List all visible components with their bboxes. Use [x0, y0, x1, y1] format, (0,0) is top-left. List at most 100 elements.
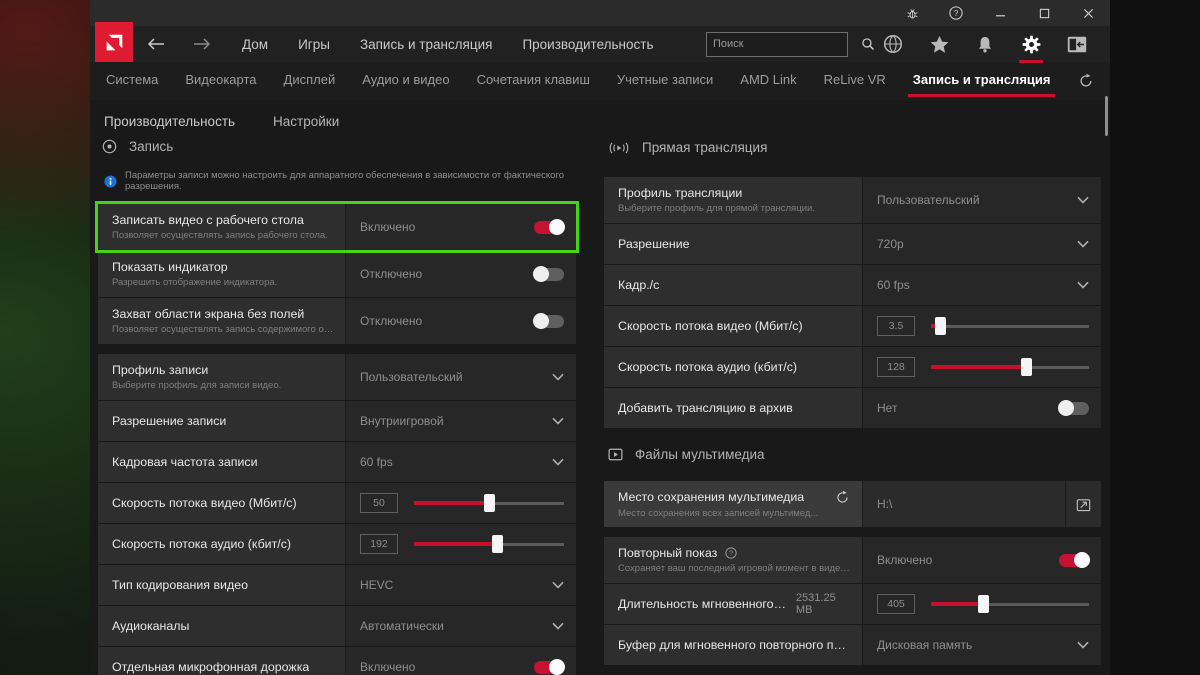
setting-row[interactable]: Скорость потока видео (Мбит/с) — [98, 483, 576, 523]
slider-value-input[interactable] — [360, 493, 398, 513]
help-icon[interactable]: ? — [934, 0, 978, 26]
setting-value-cell — [862, 584, 1101, 624]
tab-item[interactable]: AMD Link — [740, 62, 796, 100]
setting-row[interactable]: Отдельная микрофонная дорожкаВключено — [98, 647, 576, 675]
amd-logo[interactable] — [95, 22, 133, 62]
setting-row[interactable]: Кадровая частота записи60 fps — [98, 442, 576, 482]
setting-row[interactable]: Добавить трансляцию в архивНет — [604, 388, 1101, 428]
tab-item[interactable]: Дисплей — [284, 62, 336, 100]
browse-icon[interactable] — [1065, 481, 1101, 527]
setting-row[interactable]: Место сохранения мультимедиаМесто сохран… — [604, 481, 1101, 527]
record-column: Производительность Настройки Запись Пара… — [98, 112, 576, 675]
slider-value-input[interactable] — [877, 357, 915, 377]
main-menu: Дом Игры Запись и трансляция Производительн… — [242, 37, 684, 52]
setting-title: Место сохранения мультимедиа — [618, 490, 804, 504]
toggle-switch[interactable] — [1059, 554, 1089, 567]
svg-text:?: ? — [729, 549, 733, 558]
media-section-title: Файлы мультимедиа — [635, 447, 765, 462]
tab-item[interactable]: Сочетания клавиш — [477, 62, 590, 100]
help-icon[interactable]: ? — [725, 547, 737, 559]
setting-row[interactable]: Показать индикаторРазрешить отображение … — [98, 251, 576, 297]
tab-item[interactable]: Учетные записи — [617, 62, 713, 100]
slider-thumb[interactable] — [484, 494, 495, 512]
setting-row[interactable]: Тип кодирования видеоHEVC — [98, 565, 576, 605]
chevron-down-icon[interactable] — [552, 373, 564, 381]
setting-title: Добавить трансляцию в архив — [618, 401, 793, 415]
subtab-settings[interactable]: Настройки — [273, 114, 339, 129]
app-window: ? Дом Игры Запись и трансляция Производител… — [90, 0, 1110, 675]
toggle-switch[interactable] — [534, 268, 564, 281]
bug-report-icon[interactable] — [890, 0, 934, 26]
search-input[interactable] — [707, 38, 861, 50]
setting-label-cell: Буфер для мгновенного повторного показа — [604, 625, 862, 665]
slider-track[interactable] — [931, 358, 1089, 376]
toggle-switch[interactable] — [534, 315, 564, 328]
setting-row[interactable]: Буфер для мгновенного повторного показаД… — [604, 625, 1101, 665]
scrollbar-thumb[interactable] — [1105, 96, 1108, 136]
toggle-switch[interactable] — [534, 221, 564, 234]
maximize-icon[interactable] — [1022, 0, 1066, 26]
chevron-down-icon[interactable] — [1077, 240, 1089, 248]
setting-title: Скорость потока аудио (кбит/с) — [112, 537, 291, 551]
bell-icon[interactable] — [973, 35, 997, 54]
chevron-down-icon[interactable] — [552, 622, 564, 630]
minimize-icon[interactable] — [978, 0, 1022, 26]
menu-item[interactable]: Запись и трансляция — [360, 37, 493, 52]
menu-item[interactable]: Игры — [298, 37, 330, 52]
chevron-down-icon[interactable] — [552, 581, 564, 589]
toggle-switch[interactable] — [534, 661, 564, 674]
setting-row[interactable]: Скорость потока видео (Мбит/с) — [604, 306, 1101, 346]
globe-icon[interactable] — [881, 34, 905, 54]
tab-item[interactable]: Система — [106, 62, 158, 100]
setting-row[interactable]: Профиль записиВыберите профиль для запис… — [98, 354, 576, 400]
search-box[interactable] — [706, 32, 848, 57]
setting-row[interactable]: Разрешение записиВнутриигровой — [98, 401, 576, 441]
slider-track[interactable] — [414, 494, 564, 512]
setting-row[interactable]: Скорость потока аудио (кбит/с) — [98, 524, 576, 564]
setting-row[interactable]: Повторный показ?Сохраняет ваш последний … — [604, 537, 1101, 583]
setting-row[interactable]: Профиль трансляцииВыберите профиль для п… — [604, 177, 1101, 223]
toggle-switch[interactable] — [1059, 402, 1089, 415]
star-icon[interactable] — [927, 34, 951, 55]
setting-value-cell: Автоматически — [345, 606, 576, 646]
reset-icon[interactable] — [1078, 73, 1094, 89]
menu-item[interactable]: Дом — [242, 37, 268, 52]
slider-value-input[interactable] — [877, 594, 915, 614]
setting-row[interactable]: Захват области экрана без полейПозволяет… — [98, 298, 576, 344]
tab-item[interactable]: Аудио и видео — [362, 62, 449, 100]
setting-row[interactable]: Скорость потока аудио (кбит/с) — [604, 347, 1101, 387]
slider-track[interactable] — [414, 535, 564, 553]
setting-row[interactable]: Кадр./с60 fps — [604, 265, 1101, 305]
info-note: Параметры записи можно настроить для апп… — [104, 170, 576, 192]
slider-value-input[interactable] — [877, 316, 915, 336]
forward-arrow-icon[interactable] — [192, 37, 212, 51]
slider-value-input[interactable] — [360, 534, 398, 554]
slider-thumb[interactable] — [1021, 358, 1032, 376]
slider-thumb[interactable] — [978, 595, 989, 613]
menu-item[interactable]: Производительность — [522, 37, 653, 52]
chevron-down-icon[interactable] — [1077, 196, 1089, 204]
chevron-down-icon[interactable] — [552, 458, 564, 466]
reset-icon[interactable] — [835, 490, 852, 505]
chevron-down-icon[interactable] — [552, 417, 564, 425]
setting-label-cell: Захват области экрана без полейПозволяет… — [98, 298, 345, 344]
setting-value-cell: Дисковая память — [862, 625, 1101, 665]
back-arrow-icon[interactable] — [146, 37, 166, 51]
chevron-down-icon[interactable] — [1077, 281, 1089, 289]
setting-row[interactable]: Разрешение720p — [604, 224, 1101, 264]
slider-thumb[interactable] — [935, 317, 946, 335]
settings-gear-icon[interactable] — [1019, 35, 1043, 54]
close-icon[interactable] — [1066, 0, 1110, 26]
tab-item[interactable]: ReLive VR — [824, 62, 886, 100]
slider-thumb[interactable] — [492, 535, 503, 553]
slider-track[interactable] — [931, 595, 1089, 613]
subtab-performance[interactable]: Производительность — [104, 114, 235, 129]
setting-row[interactable]: Длительность мгновенного повт...2531.25 … — [604, 584, 1101, 624]
tab-item[interactable]: Видеокарта — [185, 62, 256, 100]
chevron-down-icon[interactable] — [1077, 641, 1089, 649]
setting-row[interactable]: АудиоканалыАвтоматически — [98, 606, 576, 646]
setting-row[interactable]: Записать видео с рабочего столаПозволяет… — [98, 204, 576, 250]
slider-track[interactable] — [931, 317, 1089, 335]
tab-active[interactable]: Запись и трансляция — [913, 62, 1051, 100]
hotkeys-panel-icon[interactable] — [1065, 36, 1089, 53]
